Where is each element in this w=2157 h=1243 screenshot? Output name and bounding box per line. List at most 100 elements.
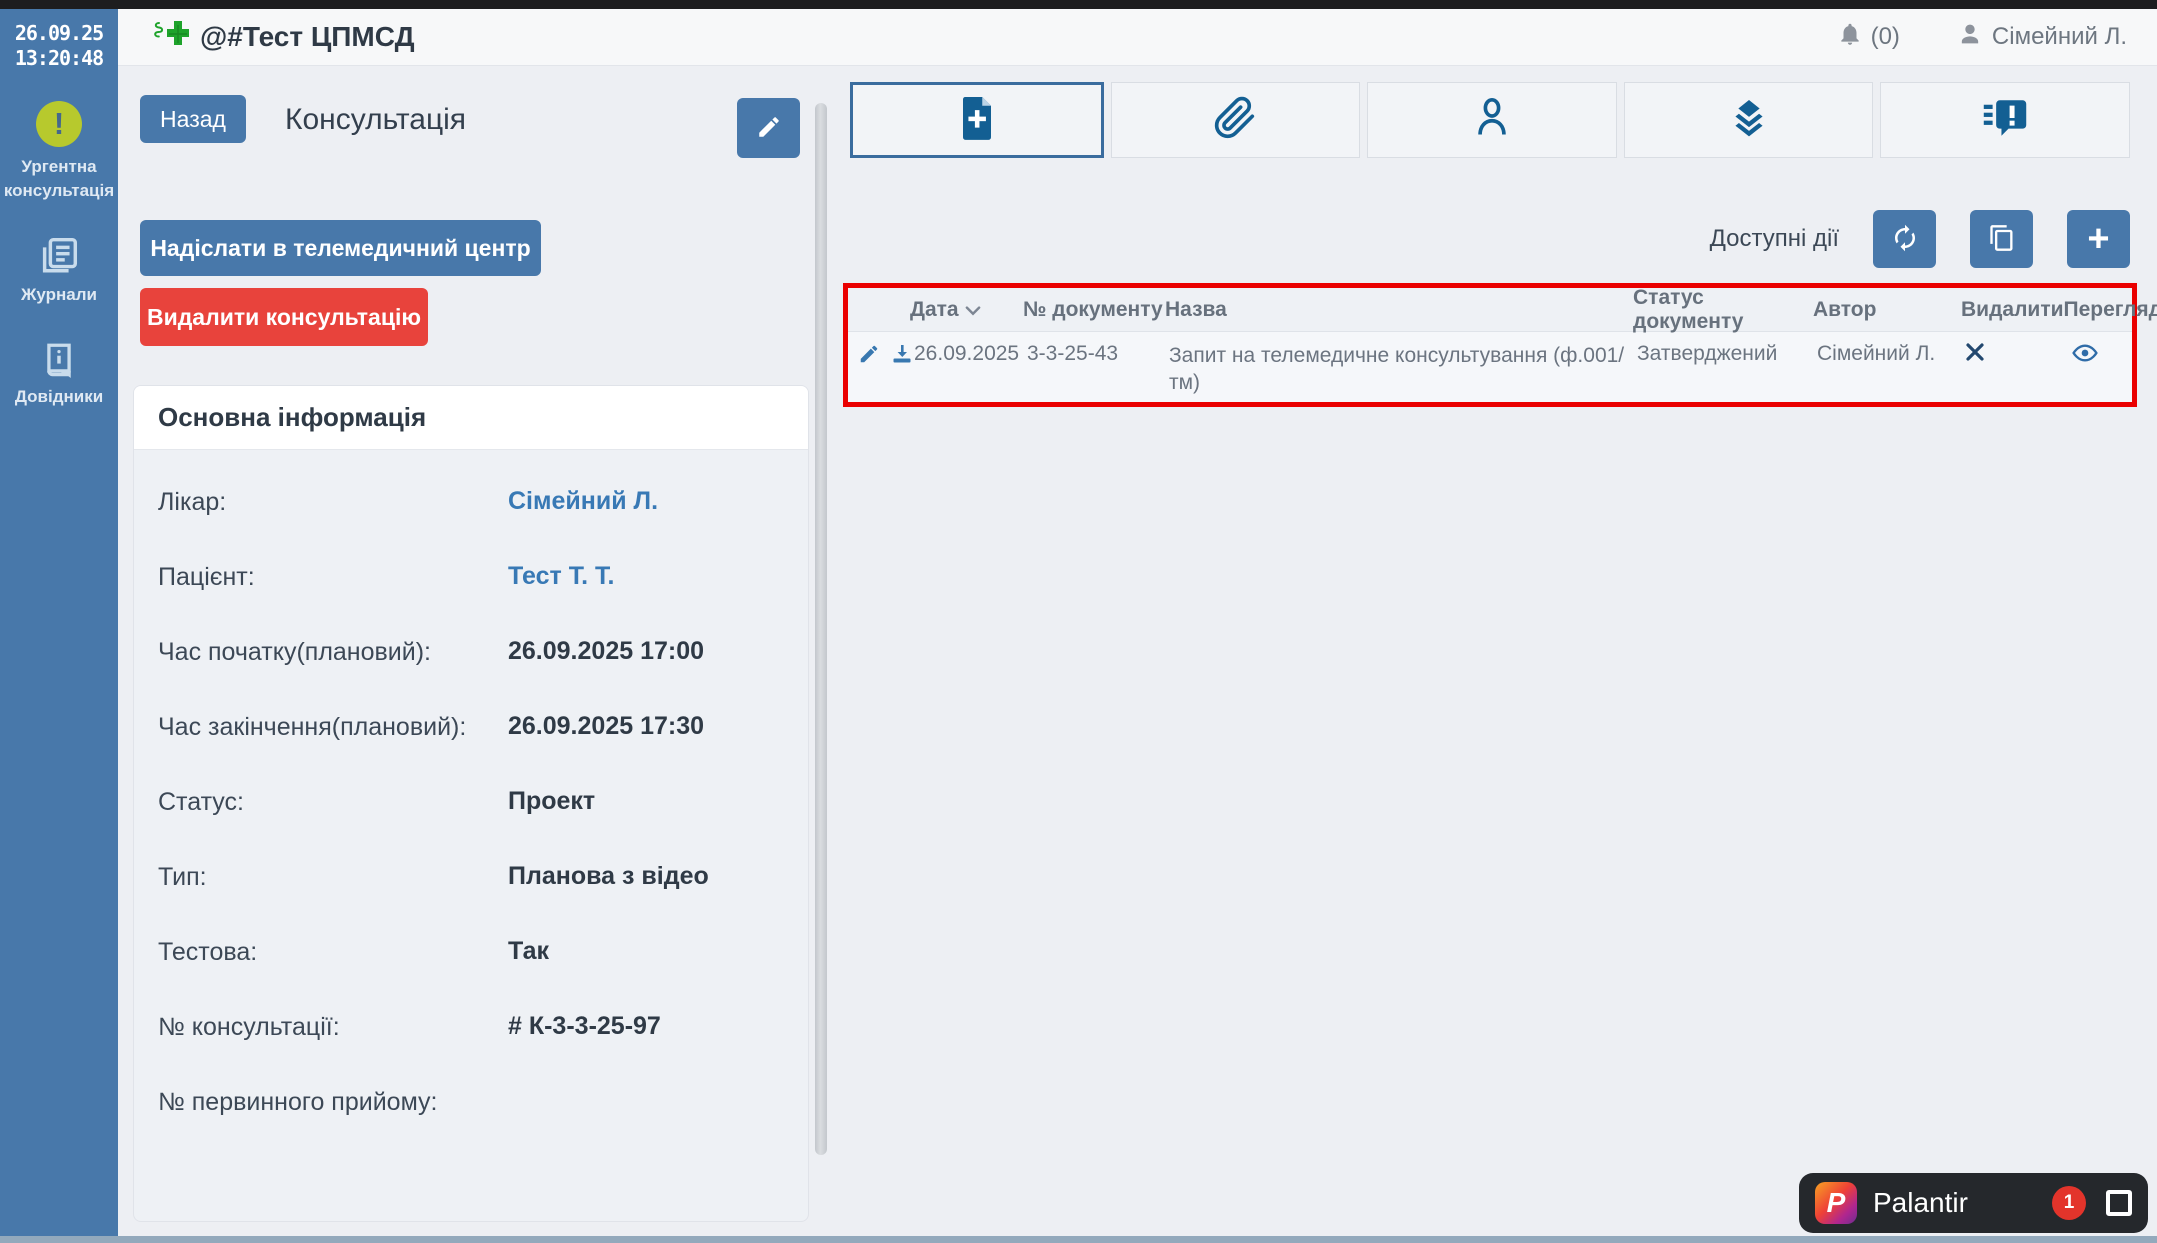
- column-header-author: Автор: [1813, 298, 1961, 322]
- field-label: Пацієнт:: [158, 560, 508, 594]
- window-top-edge: [0, 0, 2157, 9]
- field-label: № первинного прийому:: [158, 1085, 508, 1119]
- tab-attachments[interactable]: [1111, 82, 1361, 158]
- field-label: Лікар:: [158, 485, 508, 519]
- clock: 26.09.25 13:20:48: [15, 21, 103, 71]
- sidebar-item-journals[interactable]: Журнали: [3, 233, 115, 307]
- notification-badge[interactable]: 1: [2052, 1186, 2086, 1220]
- column-header-name: Назва: [1165, 296, 1633, 323]
- field-value: # К-3-3-25-97: [508, 1012, 661, 1041]
- sidebar-item-label: Ургентна: [3, 155, 115, 179]
- column-header-delete: Видалити: [1961, 298, 2064, 322]
- panel-scrollbar[interactable]: [815, 103, 827, 1155]
- field-value: 26.09.2025 17:00: [508, 637, 704, 666]
- delete-consultation-button[interactable]: Видалити консультацію: [140, 288, 428, 346]
- sort-descending-icon[interactable]: [965, 298, 981, 322]
- field-start-time: Час початку(плановий): 26.09.2025 17:00: [158, 614, 784, 689]
- edit-button[interactable]: [737, 98, 800, 158]
- sidebar: 26.09.25 13:20:48 ! Ургентна консультаці…: [0, 9, 118, 1236]
- column-header-number: № документу: [1023, 298, 1165, 322]
- user-avatar-icon: [1956, 20, 1984, 55]
- column-header-view: Перегляд: [2064, 298, 2157, 322]
- field-patient: Пацієнт: Тест Т. Т.: [158, 539, 784, 614]
- refresh-button[interactable]: [1873, 210, 1936, 268]
- row-delete-button[interactable]: [1965, 342, 1985, 365]
- copy-button[interactable]: [1970, 210, 2033, 268]
- header-bar: @#Тест ЦПМСД (0) Сімейний Л.: [118, 9, 2157, 66]
- cell-status: Затверджений: [1637, 342, 1817, 366]
- cell-number: 3-3-25-43: [1027, 342, 1169, 366]
- user-name: Сімейний Л.: [1992, 23, 2127, 51]
- field-label: Тестова:: [158, 935, 508, 969]
- plus-icon: +: [2087, 220, 2109, 258]
- cell-name: Запит на телемедичне консультування (ф.0…: [1169, 342, 1637, 396]
- column-header-date[interactable]: Дата: [910, 298, 959, 322]
- journals-icon: [36, 233, 82, 279]
- bell-icon: [1837, 21, 1863, 54]
- app-title: @#Тест ЦПМСД: [150, 17, 415, 58]
- section-title: Основна інформація: [134, 386, 808, 450]
- field-consultation-number: № консультації: # К-3-3-25-97: [158, 989, 784, 1064]
- sidebar-item-urgent-consultation[interactable]: ! Ургентна консультація: [3, 101, 115, 203]
- paperclip-icon: [1213, 96, 1257, 145]
- field-label: Час початку(плановий):: [158, 635, 508, 669]
- field-doctor: Лікар: Сімейний Л.: [158, 464, 784, 539]
- doctor-link[interactable]: Сімейний Л.: [508, 487, 658, 516]
- sidebar-item-label: Журнали: [3, 283, 115, 307]
- x-icon: [1965, 342, 1985, 365]
- field-label: Статус:: [158, 785, 508, 819]
- medical-document-icon: [956, 95, 998, 146]
- urgent-exclamation-icon: !: [36, 101, 82, 147]
- row-edit-button[interactable]: [858, 343, 880, 368]
- documents-table-highlighted: Дата № документу Назва Статус документу …: [843, 283, 2137, 407]
- field-primary-visit-number: № первинного прийому:: [158, 1064, 784, 1139]
- palantir-label: Palantir: [1873, 1187, 1968, 1219]
- field-test: Тестова: Так: [158, 914, 784, 989]
- notifications-count: (0): [1871, 23, 1900, 51]
- column-header-status: Статус документу: [1633, 286, 1813, 334]
- available-actions: Доступні дії +: [1710, 210, 2130, 268]
- palantir-logo-icon: P: [1815, 1182, 1857, 1224]
- sidebar-item-label: консультація: [3, 179, 115, 203]
- actions-label: Доступні дії: [1710, 225, 1839, 253]
- row-download-button[interactable]: [890, 342, 914, 369]
- send-to-telemedicine-center-button[interactable]: Надіслати в телемедичний центр: [140, 220, 541, 276]
- document-tabs: [850, 82, 2130, 158]
- page-title: Консультація: [285, 103, 466, 137]
- sidebar-item-directories[interactable]: Довідники: [3, 337, 115, 409]
- back-button[interactable]: Назад: [140, 95, 246, 143]
- tab-comments[interactable]: [1880, 82, 2130, 158]
- user-menu[interactable]: Сімейний Л.: [1956, 20, 2127, 55]
- medical-cross-logo-icon: [150, 17, 190, 58]
- directories-book-icon: [37, 337, 81, 381]
- tab-stages[interactable]: [1624, 82, 1874, 158]
- cell-author: Сімейний Л.: [1817, 342, 1965, 366]
- refresh-icon: [1890, 223, 1920, 256]
- tab-participants[interactable]: [1367, 82, 1617, 158]
- field-value: Планова з відео: [508, 862, 709, 891]
- pencil-icon: [756, 114, 782, 143]
- app-title-text: @#Тест ЦПМСД: [200, 21, 415, 53]
- patient-link[interactable]: Тест Т. Т.: [508, 562, 614, 591]
- table-header: Дата № документу Назва Статус документу …: [848, 288, 2132, 332]
- expand-square-icon[interactable]: [2106, 1190, 2132, 1216]
- palantir-widget[interactable]: P Palantir 1: [1799, 1173, 2148, 1233]
- add-button[interactable]: +: [2067, 210, 2130, 268]
- window-bottom-edge: [0, 1236, 2157, 1243]
- field-type: Тип: Планова з відео: [158, 839, 784, 914]
- field-status: Статус: Проект: [158, 764, 784, 839]
- tab-documents[interactable]: [850, 82, 1104, 158]
- table-row: 26.09.2025 3-3-25-43 Запит на телемедичн…: [848, 332, 2132, 396]
- notifications-button[interactable]: (0): [1837, 21, 1900, 54]
- field-label: № консультації:: [158, 1010, 508, 1044]
- row-view-button[interactable]: [2072, 342, 2098, 367]
- chat-alert-icon: [1982, 96, 2028, 145]
- download-icon: [890, 342, 914, 369]
- field-value: 26.09.2025 17:30: [508, 712, 704, 741]
- field-value: Проект: [508, 787, 595, 816]
- field-value: Так: [508, 937, 549, 966]
- copy-icon: [1988, 224, 2016, 255]
- main-info-card: Основна інформація Лікар: Сімейний Л. Па…: [133, 385, 809, 1222]
- eye-icon: [2072, 342, 2098, 367]
- clock-date: 26.09.25: [15, 21, 103, 46]
